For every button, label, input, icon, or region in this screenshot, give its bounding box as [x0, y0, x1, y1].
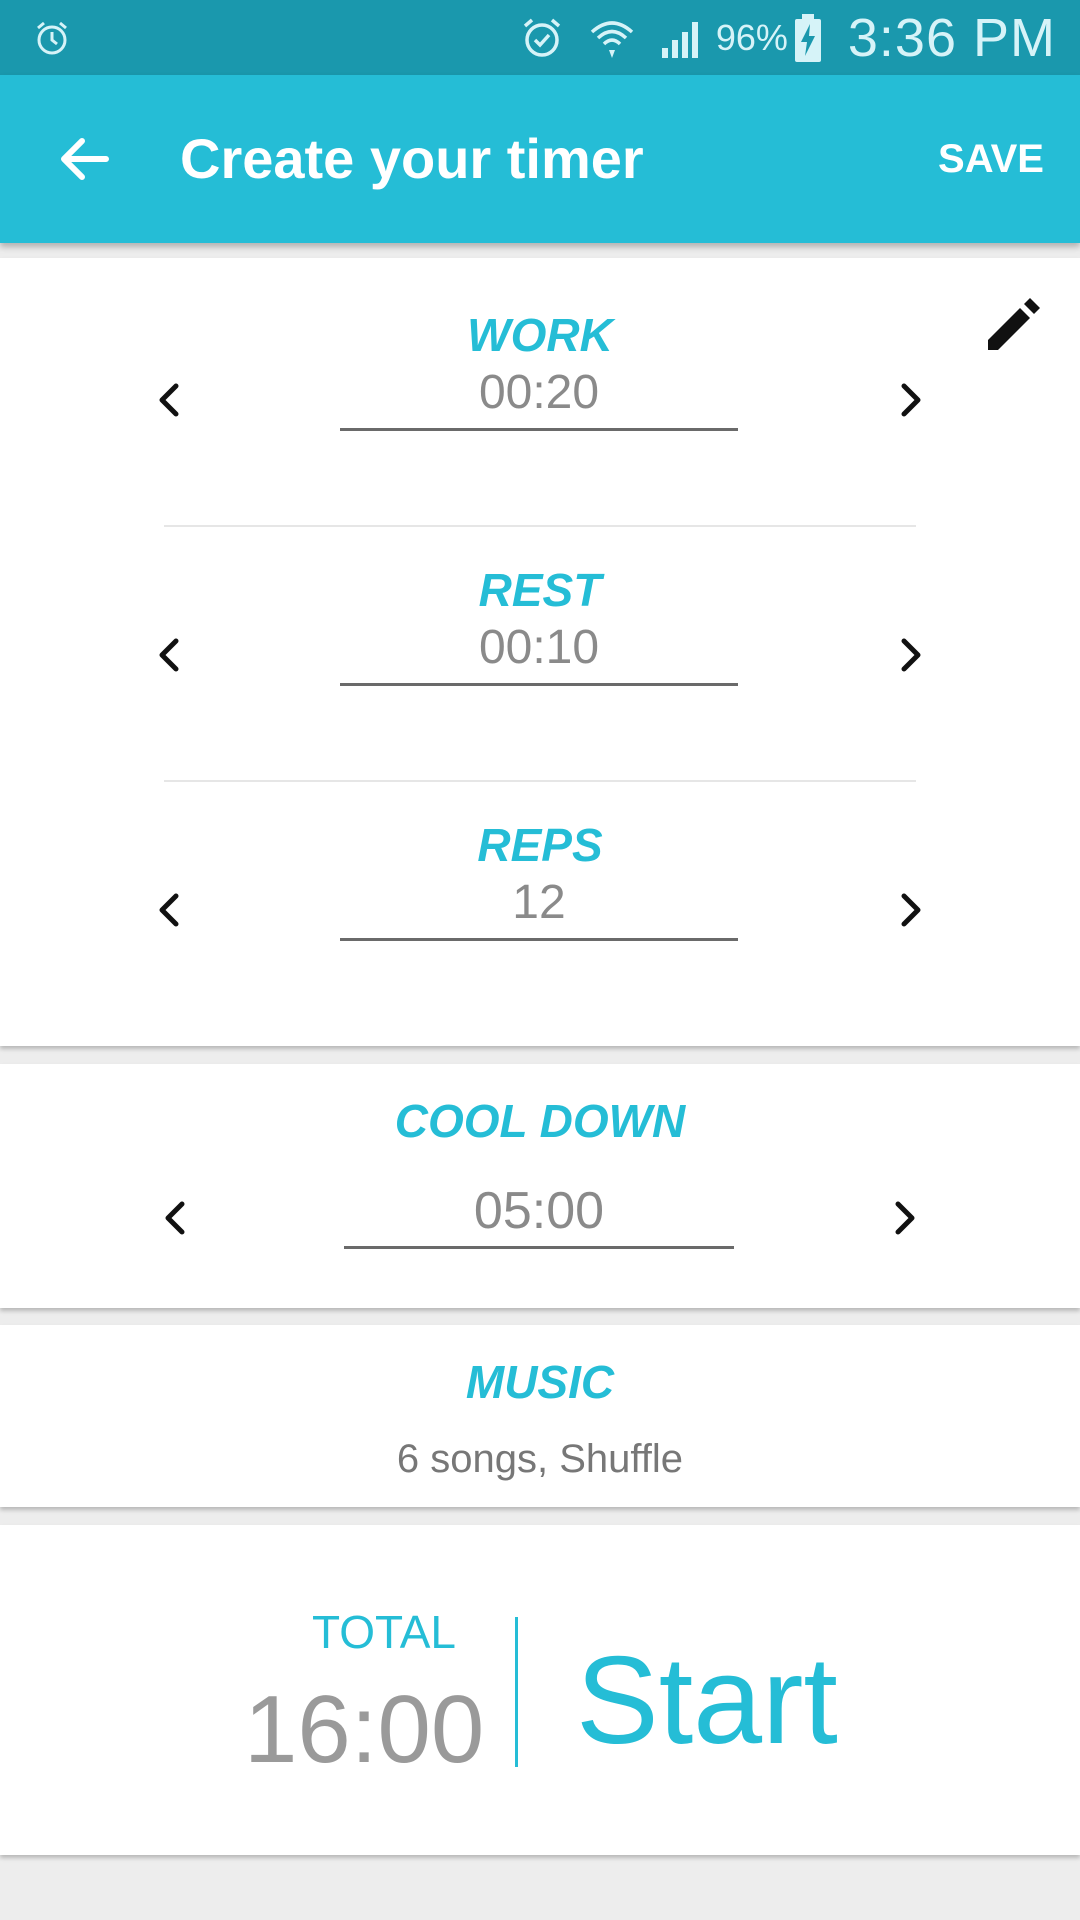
status-bar: 96% 3:36 PM	[0, 0, 1080, 75]
rest-increase-button[interactable]	[880, 625, 940, 685]
arrow-left-icon[interactable]	[52, 127, 116, 191]
total-label: TOTAL	[312, 1606, 456, 1658]
battery-percent: 96%	[715, 16, 788, 58]
reps-label: REPS	[477, 819, 603, 871]
total-card: TOTAL 16:00 Start	[0, 1525, 1080, 1855]
rest-label: REST	[478, 564, 602, 616]
work-section: WORK 00:20	[0, 258, 1080, 498]
app-bar: Create your timer SAVE	[0, 75, 1080, 243]
alarm-icon	[37, 21, 67, 55]
cooldown-label: COOL DOWN	[394, 1095, 686, 1147]
reps-section: REPS 12	[0, 768, 1080, 1008]
music-card[interactable]: MUSIC 6 songs, Shuffle	[0, 1325, 1080, 1507]
battery-charging-icon	[794, 13, 821, 62]
work-increase-button[interactable]	[880, 370, 940, 430]
timer-settings-card: WORK 00:20 REST 00:10 REPS 12	[0, 258, 1080, 1046]
rest-decrease-button[interactable]	[140, 625, 200, 685]
page-title: Create your timer	[180, 127, 644, 190]
work-label: WORK	[467, 309, 613, 361]
wifi-icon	[590, 20, 633, 58]
save-button[interactable]: SAVE	[938, 75, 1044, 243]
work-time-input[interactable]: 00:20	[340, 358, 738, 431]
total-time: 16:00	[244, 1676, 485, 1783]
cooldown-increase-button[interactable]	[874, 1188, 934, 1248]
status-clock: 3:36 PM	[847, 7, 1056, 68]
start-button[interactable]: Start	[576, 1630, 838, 1772]
vertical-divider	[515, 1617, 518, 1767]
rest-section: REST 00:10	[0, 513, 1080, 753]
reps-increase-button[interactable]	[880, 880, 940, 940]
cooldown-time-input[interactable]: 05:00	[344, 1176, 734, 1249]
reps-decrease-button[interactable]	[140, 880, 200, 940]
cooldown-decrease-button[interactable]	[146, 1188, 206, 1248]
music-summary: 6 songs, Shuffle	[396, 1437, 684, 1481]
cooldown-card: COOL DOWN 05:00	[0, 1064, 1080, 1308]
cell-signal-icon	[661, 21, 698, 58]
work-decrease-button[interactable]	[140, 370, 200, 430]
reps-input[interactable]: 12	[340, 868, 738, 941]
alarm-clock-icon	[523, 18, 560, 57]
rest-time-input[interactable]: 00:10	[340, 613, 738, 686]
music-label: MUSIC	[465, 1356, 615, 1408]
status-icons: 96% 3:36 PM	[496, 0, 1056, 75]
